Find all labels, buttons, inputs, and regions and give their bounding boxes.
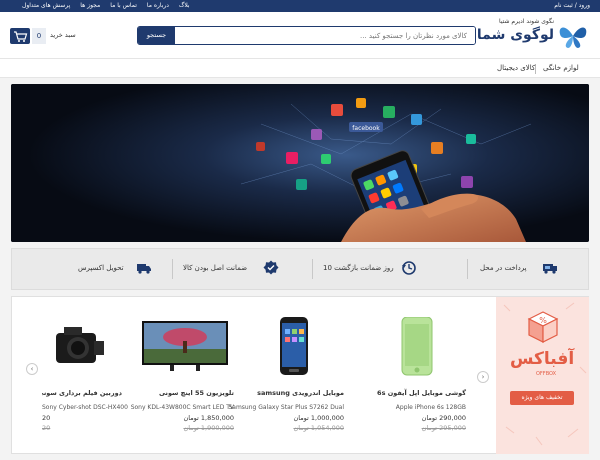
product-image[interactable] (372, 316, 462, 377)
feature-divider (312, 259, 313, 279)
top-bar: بلاگ درباره ما تماس با ما مجوز ها پرسش ه… (0, 0, 600, 12)
offbox-title: آفباکس (510, 349, 575, 369)
nav-digital-goods[interactable]: کالای دیجیتال (497, 64, 535, 72)
feature-label: 10 روز ضمانت بازگشت (323, 264, 394, 272)
offbox-subtitle: OFFBOX (536, 371, 557, 377)
verified-icon (263, 260, 279, 276)
product-old-price: 295,000 تومان (421, 424, 466, 432)
cart-icon[interactable] (10, 28, 30, 44)
header: نگوی شوند ادیرم شتیا لوگوی شما جستجو 0 س… (0, 12, 600, 60)
product-card-sony-camera[interactable]: دوربین فیلم برداری سونی Sony Cyber-shot … (42, 297, 128, 454)
nav-home-appliances[interactable]: لوازم خانگی (543, 64, 579, 72)
search-input[interactable] (175, 27, 475, 44)
product-price: 20 (42, 414, 51, 422)
link-contact[interactable]: تماس با ما (110, 2, 137, 9)
product-title[interactable]: تلویزیون 55 اینچ سونی (159, 389, 234, 397)
feature-divider (172, 259, 173, 279)
product-model: Samsung Galaxy Star Plus S7262 Dual (228, 404, 344, 411)
category-nav: لوازم خانگی کالای دیجیتال (0, 58, 600, 78)
product-card-sony-tv[interactable]: تلویزیون 55 اینچ سونی Sony KDL-43W800C S… (130, 297, 240, 454)
login-register-link[interactable]: ورود / ثبت نام (554, 2, 590, 9)
cart-label: سبد خرید (50, 31, 76, 39)
product-old-price: 20 (42, 424, 51, 432)
features-bar: پرداخت در محل 10 روز ضمانت بازگشت ضمانت … (11, 248, 589, 290)
site-logo[interactable]: نگوی شوند ادیرم شتیا لوگوی شما (476, 18, 588, 54)
search-button[interactable]: جستجو (138, 27, 175, 44)
facebook-label: facebook (352, 125, 380, 132)
link-blog[interactable]: بلاگ (179, 2, 190, 9)
product-model: Sony Cyber-shot DSC-HX400 (42, 404, 128, 411)
product-title[interactable]: موبایل اندرویدی samsung (257, 389, 344, 397)
special-discounts-button[interactable]: تخفیف های ویژه (510, 391, 574, 405)
top-links: بلاگ درباره ما تماس با ما مجوز ها پرسش ه… (22, 2, 190, 9)
product-card-iphone[interactable]: گوشی موبایل اپل آیفون 6s Apple iPhone 6s… (362, 297, 472, 454)
feature-return-guarantee: 10 روز ضمانت بازگشت (317, 249, 462, 289)
search-box: جستجو (137, 26, 476, 45)
logo-name: لوگوی شما (476, 27, 554, 43)
feature-label: تحویل اکسپرس (78, 264, 124, 272)
product-model: Apple iPhone 6s 128GB (395, 404, 466, 411)
logo-tagline: نگوی شوند ادیرم شتیا (499, 18, 554, 25)
carousel-prev-arrow[interactable]: ‹ (26, 363, 38, 375)
butterfly-logo-icon (559, 27, 587, 48)
hero-banner-image: facebook (11, 84, 589, 242)
cash-on-delivery-icon (542, 260, 558, 276)
feature-label: پرداخت در محل (480, 264, 527, 272)
delivery-truck-icon (136, 260, 152, 276)
product-price: 1,000,000 تومان (293, 414, 344, 422)
offbox-promo[interactable]: % آفباکس OFFBOX تخفیف های ویژه (496, 297, 589, 454)
product-title[interactable]: گوشی موبایل اپل آیفون 6s (377, 389, 466, 397)
link-licenses[interactable]: مجوز ها (80, 2, 100, 9)
feature-divider (467, 259, 468, 279)
feature-authenticity: ضمانت اصل بودن کالا (177, 249, 307, 289)
cart[interactable]: 0 سبد خرید (10, 28, 76, 44)
product-price: 290,000 تومان (421, 414, 466, 422)
product-model: Sony KDL-43W800C Smart LED TV (130, 404, 234, 411)
link-faq[interactable]: پرسش های متداول (22, 2, 70, 9)
link-about[interactable]: درباره ما (147, 2, 169, 9)
product-card-samsung[interactable]: موبایل اندرویدی samsung Samsung Galaxy S… (228, 297, 350, 454)
cart-count: 0 (32, 28, 46, 44)
feature-cash-on-delivery: پرداخت در محل (472, 249, 590, 289)
product-carousel: % آفباکس OFFBOX تخفیف های ویژه › ‹ گوشی … (11, 296, 589, 454)
svg-text:%: % (539, 316, 547, 325)
product-old-price: 1,900,000 تومان (183, 424, 234, 432)
product-price: 1,850,000 تومان (183, 414, 234, 422)
product-image[interactable] (42, 317, 128, 377)
product-image[interactable] (140, 317, 230, 377)
feature-label: ضمانت اصل بودن کالا (183, 264, 248, 272)
product-image[interactable] (250, 317, 340, 377)
product-old-price: 1,054,000 تومان (293, 424, 344, 432)
feature-express-delivery: تحویل اکسپرس (22, 249, 167, 289)
carousel-next-arrow[interactable]: › (477, 371, 489, 383)
return-icon (401, 260, 417, 276)
hero-banner[interactable]: facebook (11, 84, 589, 242)
product-title[interactable]: دوربین فیلم برداری سونی (42, 389, 122, 397)
